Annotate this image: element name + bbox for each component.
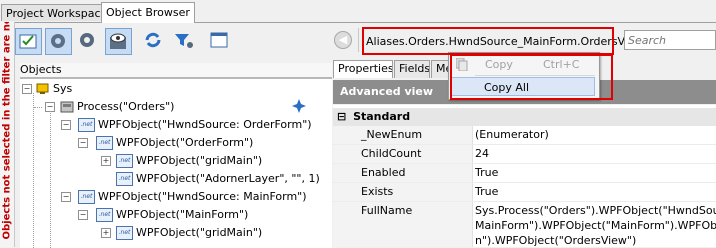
collapse-group-icon[interactable]: ⊟ (337, 110, 346, 123)
tab-project-workspace[interactable]: Project Workspace (1, 4, 113, 21)
tab-properties[interactable]: Properties (333, 60, 393, 78)
net-icon: .net (116, 154, 133, 168)
arrow-left-icon: ◀ (338, 33, 348, 46)
net-icon: .net (78, 118, 95, 132)
show-checked-objects-button[interactable] (15, 28, 42, 55)
net-icon: .net (116, 226, 133, 240)
eye-box-icon (110, 33, 126, 49)
top-tab-bar: Project Workspace Object Browser (0, 0, 716, 23)
refresh-icon (145, 32, 161, 48)
refresh-button[interactable] (141, 28, 168, 55)
tree-node-hwndsource-orderform[interactable]: .net WPFObject("HwndSource: OrderForm") (78, 116, 312, 134)
computer-icon (36, 83, 49, 94)
expand-toggle[interactable]: + (101, 156, 111, 166)
net-icon: .net (116, 172, 133, 186)
tab-object-browser[interactable]: Object Browser (101, 2, 195, 23)
filter-icon (175, 34, 193, 48)
tree-node-orderform[interactable]: .net WPFObject("OrderForm") (96, 134, 253, 152)
tab-fields[interactable]: Fields (394, 60, 430, 78)
property-name: FullName (333, 202, 473, 247)
tree-node-gridmain[interactable]: .net WPFObject("gridMain") (116, 152, 262, 170)
net-icon: .net (78, 190, 95, 204)
checked-objects-icon (19, 34, 37, 49)
grid-view-button[interactable] (207, 28, 234, 55)
filter-notice-strip: Objects not selected in the filter are n… (0, 22, 15, 247)
search-input[interactable] (624, 30, 716, 50)
tree-node-sys[interactable]: Sys (36, 80, 72, 98)
collapse-toggle[interactable]: − (78, 210, 88, 220)
property-row[interactable]: Exists True (333, 183, 716, 202)
property-value: 24 (475, 147, 489, 160)
property-grid: ⊟ Standard _NewEnum (Enumerator) ChildCo… (333, 105, 716, 247)
expand-toggle[interactable]: + (101, 228, 111, 238)
gear-icon (80, 33, 94, 47)
collapse-toggle[interactable]: − (61, 192, 71, 202)
property-value: Sys.Process("Orders").WPFObject("HwndSou… (475, 204, 716, 247)
property-name: _NewEnum (333, 126, 473, 144)
collapse-toggle[interactable]: − (78, 138, 88, 148)
collapse-toggle[interactable]: − (22, 84, 32, 94)
process-icon (60, 101, 74, 113)
settings-button[interactable] (75, 28, 102, 55)
mapped-object-icon (292, 99, 306, 113)
filter-notice-text: Objects not selected in the filter are n… (1, 22, 13, 240)
property-row[interactable]: Enabled True (333, 164, 716, 183)
objects-header: Objects (20, 63, 332, 78)
visible-objects-button[interactable] (105, 28, 132, 55)
group-standard[interactable]: ⊟ Standard (333, 108, 716, 126)
tree-node-adornerlayer[interactable]: .net WPFObject("AdornerLayer", "", 1) (116, 170, 320, 188)
object-browser-toolbar (15, 26, 315, 60)
gear-users-icon (51, 34, 65, 48)
property-row[interactable]: ChildCount 24 (333, 145, 716, 164)
show-users-button[interactable] (45, 28, 72, 55)
window-grid-icon (210, 32, 228, 48)
collapse-toggle[interactable]: − (61, 120, 71, 130)
property-row[interactable]: FullName Sys.Process("Orders").WPFObject… (333, 202, 716, 247)
context-menu-callout (450, 54, 613, 100)
tree-node-mainform[interactable]: .net WPFObject("MainForm") (96, 206, 248, 224)
tree-node-process-orders[interactable]: Process("Orders") (60, 98, 174, 116)
property-value: (Enumerator) (475, 128, 549, 141)
net-icon: .net (96, 208, 113, 222)
path-callout (362, 27, 614, 55)
tree-node-gridmain[interactable]: .net WPFObject("gridMain") (116, 224, 262, 242)
tree-node-hwndsource-mainform[interactable]: .net WPFObject("HwndSource: MainForm") (78, 188, 307, 206)
object-tree[interactable]: − Sys − Process("Orders") − .net WPFObjec… (20, 78, 332, 248)
property-value: True (475, 185, 499, 198)
property-name: Exists (333, 183, 473, 201)
property-row[interactable]: _NewEnum (Enumerator) (333, 126, 716, 145)
property-value: True (475, 166, 499, 179)
back-button[interactable]: ◀ (334, 31, 352, 49)
net-icon: .net (96, 136, 113, 150)
filter-button[interactable] (171, 28, 198, 55)
property-name: ChildCount (333, 145, 473, 163)
property-name: Enabled (333, 164, 473, 182)
